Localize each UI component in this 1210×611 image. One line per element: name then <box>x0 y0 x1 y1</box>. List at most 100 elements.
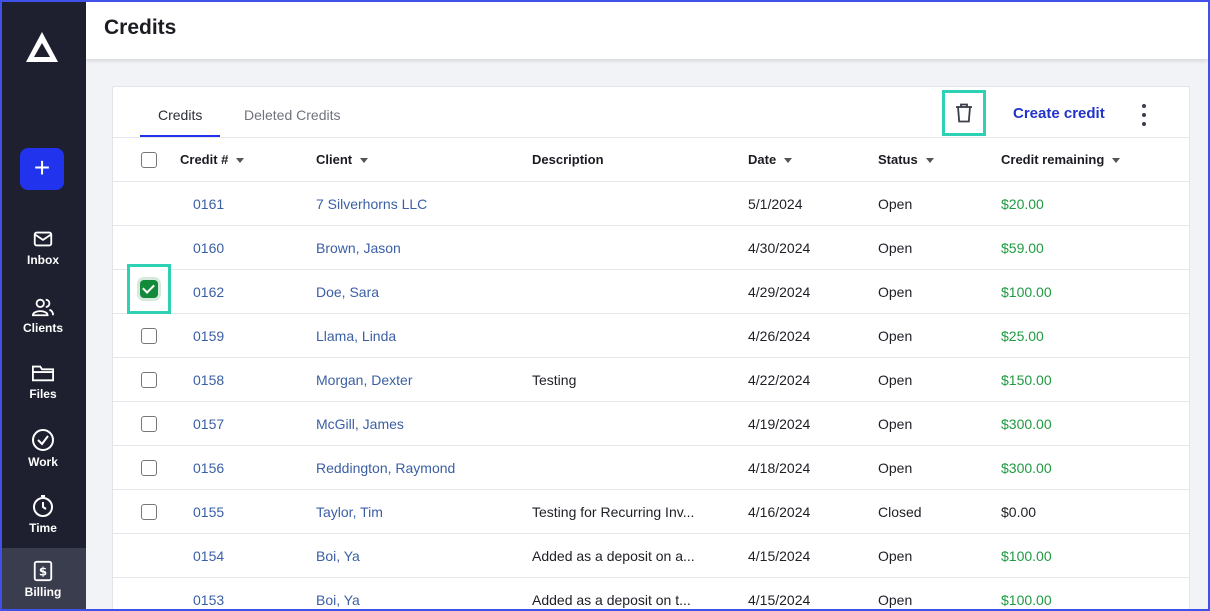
date: 4/16/2024 <box>748 504 811 520</box>
credit-number[interactable]: 0156 <box>193 460 224 476</box>
trash-icon <box>956 103 972 123</box>
credit-number[interactable]: 0161 <box>193 196 224 212</box>
client-name[interactable]: Boi, Ya <box>316 592 360 608</box>
sort-caret-icon <box>360 158 369 164</box>
tab-credits[interactable]: Credits <box>140 87 221 137</box>
sort-caret-icon <box>784 158 793 164</box>
column-header-status[interactable]: Status <box>878 152 934 167</box>
column-header-date[interactable]: Date <box>748 152 793 167</box>
table-row[interactable]: 0154 Boi, Ya Added as a deposit on a... … <box>113 534 1189 578</box>
column-header-label: Credit # <box>180 152 229 167</box>
description: Testing <box>532 372 577 388</box>
new-button[interactable]: + <box>20 148 64 190</box>
timer-icon <box>33 495 53 517</box>
date: 4/15/2024 <box>748 548 811 564</box>
credits-card: Credits Deleted Credits Create credit Cr… <box>112 86 1190 611</box>
credit-number[interactable]: 0157 <box>193 416 224 432</box>
status: Open <box>878 196 913 212</box>
description: Testing for Recurring Inv... <box>532 504 695 520</box>
create-credit-button[interactable]: Create credit <box>1013 105 1105 122</box>
credit-number[interactable]: 0162 <box>193 284 224 300</box>
credit-remaining: $0.00 <box>1001 504 1037 520</box>
nav-item-inbox[interactable]: Inbox <box>0 228 86 267</box>
client-name[interactable]: Doe, Sara <box>316 284 379 300</box>
nav-label-billing: Billing <box>24 585 62 599</box>
svg-text:$: $ <box>39 565 47 579</box>
credit-remaining: $300.00 <box>1001 460 1052 476</box>
credit-remaining: $100.00 <box>1001 284 1052 300</box>
client-name[interactable]: 7 Silverhorns LLC <box>316 196 427 212</box>
nav-item-billing[interactable]: $ Billing <box>0 548 86 611</box>
row-checkbox[interactable] <box>141 328 157 344</box>
table-row[interactable]: 0156 Reddington, Raymond 4/18/2024 Open … <box>113 446 1189 490</box>
logo-icon[interactable] <box>24 30 60 66</box>
table-row[interactable]: 0160 Brown, Jason 4/30/2024 Open $59.00 <box>113 226 1189 270</box>
select-all-checkbox[interactable] <box>141 152 157 168</box>
table-row[interactable]: 0158 Morgan, Dexter Testing 4/22/2024 Op… <box>113 358 1189 402</box>
nav-label-inbox: Inbox <box>27 253 59 267</box>
status: Open <box>878 460 913 476</box>
nav-item-work[interactable]: Work <box>0 428 86 469</box>
column-header-label: Date <box>748 152 777 167</box>
sidebar: + Inbox Clients Files Work Time $ Billin… <box>0 0 86 611</box>
table-row[interactable]: 0161 7 Silverhorns LLC 5/1/2024 Open $20… <box>113 182 1189 226</box>
client-name[interactable]: Reddington, Raymond <box>316 460 455 476</box>
delete-button[interactable] <box>942 90 986 136</box>
tab-deleted-credits[interactable]: Deleted Credits <box>226 87 359 137</box>
row-checkbox-highlight <box>127 264 171 314</box>
column-header-description: Description <box>532 152 604 167</box>
description: Added as a deposit on a... <box>532 548 695 564</box>
status: Open <box>878 284 913 300</box>
table-row[interactable]: 0155 Taylor, Tim Testing for Recurring I… <box>113 490 1189 534</box>
date: 4/22/2024 <box>748 372 811 388</box>
users-icon <box>31 298 54 317</box>
client-name[interactable]: Morgan, Dexter <box>316 372 412 388</box>
nav-item-files[interactable]: Files <box>0 362 86 401</box>
mail-icon <box>33 231 53 247</box>
row-checkbox[interactable] <box>141 504 157 520</box>
table-row[interactable]: 0157 McGill, James 4/19/2024 Open $300.0… <box>113 402 1189 446</box>
column-header-label: Client <box>316 152 353 167</box>
nav-item-clients[interactable]: Clients <box>0 296 86 335</box>
column-header-credit-remaining[interactable]: Credit remaining <box>1001 152 1121 167</box>
credit-number[interactable]: 0155 <box>193 504 224 520</box>
credit-remaining: $25.00 <box>1001 328 1044 344</box>
column-header-client[interactable]: Client <box>316 152 369 167</box>
nav-label-work: Work <box>28 455 58 469</box>
client-name[interactable]: Brown, Jason <box>316 240 401 256</box>
credit-number[interactable]: 0153 <box>193 592 224 608</box>
nav-item-time[interactable]: Time <box>0 494 86 535</box>
client-name[interactable]: Boi, Ya <box>316 548 360 564</box>
client-name[interactable]: McGill, James <box>316 416 404 432</box>
credit-number[interactable]: 0154 <box>193 548 224 564</box>
column-header-credit-number[interactable]: Credit # <box>180 152 245 167</box>
nav-label-files: Files <box>29 387 57 401</box>
credit-number[interactable]: 0160 <box>193 240 224 256</box>
row-checkbox[interactable] <box>141 460 157 476</box>
table-row[interactable]: 0162 Doe, Sara 4/29/2024 Open $100.00 <box>113 264 1189 314</box>
row-checkbox[interactable] <box>141 372 157 388</box>
row-checkbox-checked[interactable] <box>140 280 158 298</box>
status: Open <box>878 548 913 564</box>
table-row[interactable]: 0159 Llama, Linda 4/26/2024 Open $25.00 <box>113 314 1189 358</box>
dollar-icon: $ <box>33 560 53 582</box>
status: Open <box>878 416 913 432</box>
table-header: Credit # Client Description Date Status … <box>113 137 1189 182</box>
column-header-label: Status <box>878 152 918 167</box>
column-header-label: Description <box>532 152 604 167</box>
more-options-icon[interactable] <box>1137 104 1151 126</box>
client-name[interactable]: Taylor, Tim <box>316 504 383 520</box>
status: Open <box>878 328 913 344</box>
date: 4/30/2024 <box>748 240 811 256</box>
table-row[interactable]: 0153 Boi, Ya Added as a deposit on t... … <box>113 578 1189 611</box>
row-checkbox[interactable] <box>141 416 157 432</box>
status: Open <box>878 240 913 256</box>
date: 4/26/2024 <box>748 328 811 344</box>
date: 5/1/2024 <box>748 196 803 212</box>
date: 4/19/2024 <box>748 416 811 432</box>
status: Open <box>878 372 913 388</box>
client-name[interactable]: Llama, Linda <box>316 328 396 344</box>
credit-number[interactable]: 0159 <box>193 328 224 344</box>
credit-remaining: $100.00 <box>1001 548 1052 564</box>
credit-number[interactable]: 0158 <box>193 372 224 388</box>
